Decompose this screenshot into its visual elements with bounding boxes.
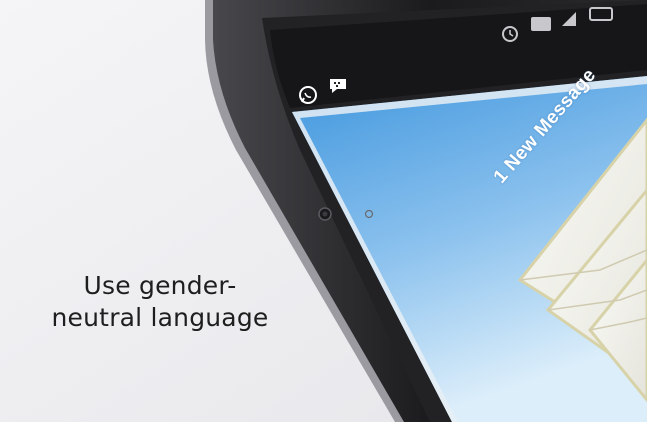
front-camera-icon xyxy=(318,207,332,221)
photo-frame: 1 New Message Use gender- neutral langua… xyxy=(0,0,647,422)
caption-line-2: neutral language xyxy=(51,303,269,332)
alarm-icon xyxy=(502,26,518,42)
phone-photo xyxy=(0,0,647,422)
battery-icon xyxy=(589,7,613,21)
hd-icon xyxy=(531,17,551,31)
caption: Use gender- neutral language xyxy=(22,270,298,334)
whatsapp-icon xyxy=(299,86,317,104)
signal-icon xyxy=(562,12,576,26)
caption-line-1: Use gender- xyxy=(83,271,237,300)
blackberry-messenger-icon xyxy=(330,79,346,93)
